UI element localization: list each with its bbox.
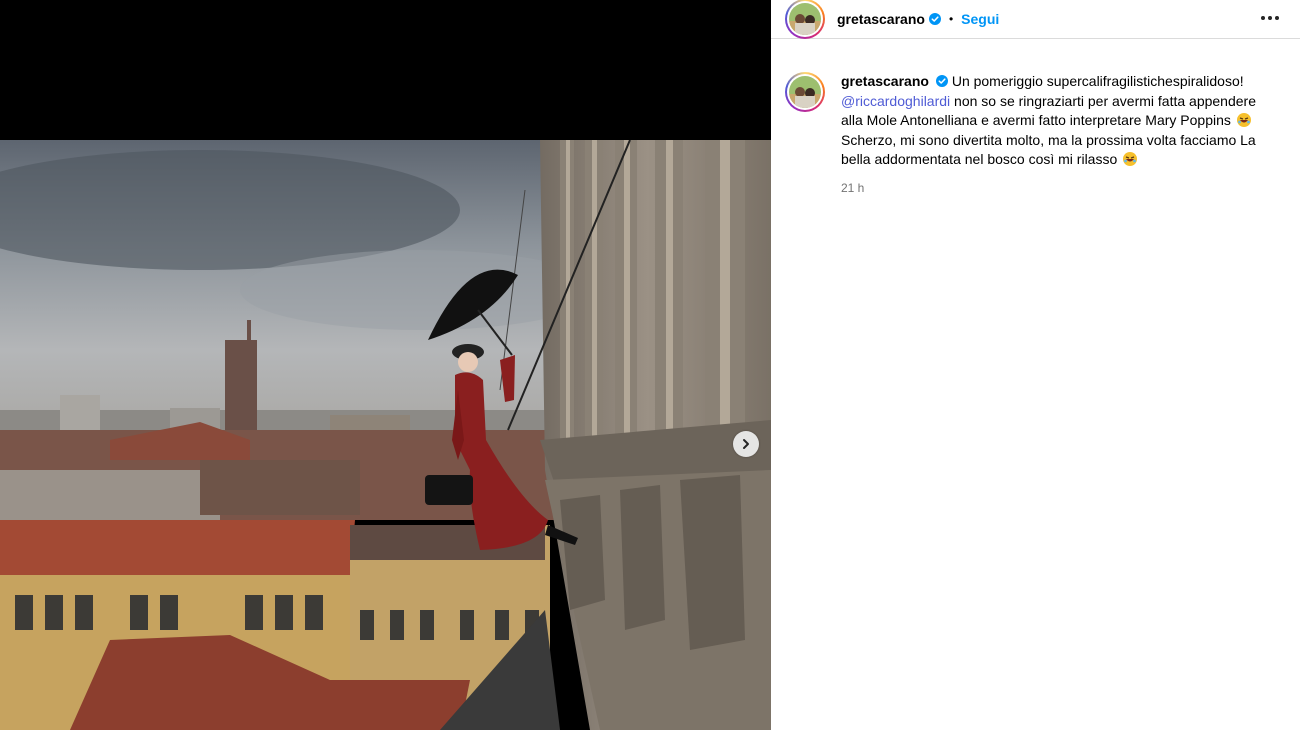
rolling-laughing-emoji-icon xyxy=(1236,113,1251,127)
post-photo[interactable] xyxy=(0,140,771,730)
more-options-icon xyxy=(1261,16,1279,20)
caption-body: gretascarano Un pomeriggio supercalifrag… xyxy=(841,72,1281,198)
caption-username[interactable]: gretascarano xyxy=(841,73,929,89)
post-side-panel: gretascarano • Segui gretascarano Un pom… xyxy=(771,0,1300,730)
avatar-image xyxy=(789,76,821,108)
post-caption: gretascarano Un pomeriggio supercalifrag… xyxy=(785,72,1286,198)
verified-badge-icon xyxy=(935,75,948,87)
avatar[interactable] xyxy=(785,0,825,39)
caption-line-1: Un pomeriggio supercalifragilistichespir… xyxy=(951,73,1244,89)
header-username[interactable]: gretascarano xyxy=(837,11,925,27)
more-options-button[interactable] xyxy=(1258,8,1282,28)
mention-link[interactable]: @riccardoghilardi xyxy=(841,93,950,109)
follow-button[interactable]: Segui xyxy=(961,11,999,27)
next-photo-button[interactable] xyxy=(733,431,759,457)
post-timestamp[interactable]: 21 h xyxy=(841,179,1281,199)
post-header: gretascarano • Segui xyxy=(771,0,1300,39)
caption-line-3: Scherzo, mi sono divertita molto, ma la … xyxy=(841,131,1256,168)
chevron-right-icon xyxy=(743,439,749,449)
caption-text: gretascarano Un pomeriggio supercalifrag… xyxy=(841,72,1281,170)
avatar-image xyxy=(789,3,821,35)
caption-avatar[interactable] xyxy=(785,72,825,112)
rolling-laughing-emoji-icon xyxy=(1123,152,1138,166)
verified-badge-icon xyxy=(928,13,941,25)
post-media-panel xyxy=(0,0,771,730)
separator-dot: • xyxy=(948,12,954,26)
